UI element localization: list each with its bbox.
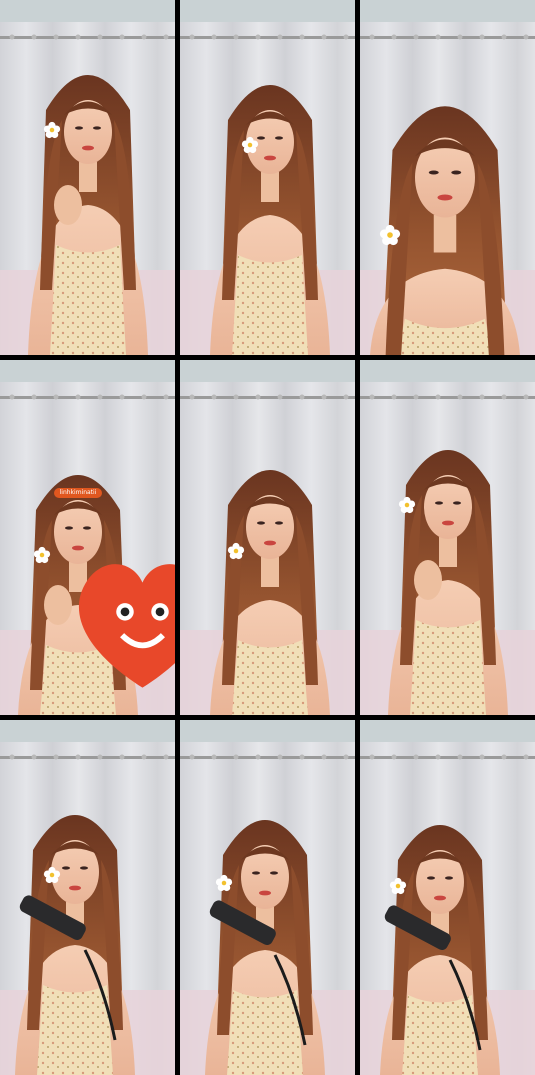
photo-tile-8: [180, 720, 355, 1075]
heart-emoji-icon: [78, 564, 175, 688]
photo-tile-5: [180, 360, 355, 715]
portrait-photo: [360, 720, 535, 1075]
portrait-photo: [0, 720, 175, 1075]
photo-tile-3: [360, 0, 535, 355]
photo-tile-4: linhkiminatii: [0, 360, 175, 715]
photo-tile-7: [0, 720, 175, 1075]
portrait-photo: [180, 0, 355, 355]
photo-tile-9: [360, 720, 535, 1075]
portrait-photo: [180, 720, 355, 1075]
portrait-photo: [180, 360, 355, 715]
photo-tile-6: [360, 360, 535, 715]
portrait-photo: [360, 0, 535, 355]
photo-tile-2: [180, 0, 355, 355]
photo-collage: linhkiminatii: [0, 0, 535, 1075]
portrait-photo: [360, 360, 535, 715]
portrait-photo: [0, 0, 175, 355]
photo-tile-1: [0, 0, 175, 355]
sticker-username-label: linhkiminatii: [54, 488, 102, 498]
